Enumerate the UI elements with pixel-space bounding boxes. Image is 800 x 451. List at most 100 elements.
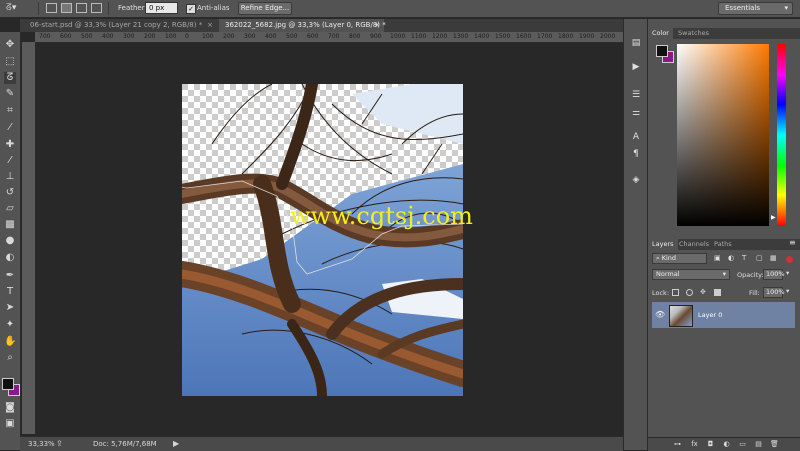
brush-icon[interactable]: ⁄ <box>4 155 16 167</box>
antialias-checkbox[interactable]: ✓ <box>186 4 196 14</box>
properties-icon[interactable]: ☰ <box>630 89 642 101</box>
blur-icon[interactable]: ● <box>4 235 16 247</box>
lasso-tool-preset-icon[interactable]: ᘔ▾ <box>6 3 20 14</box>
fill-label: Fill: <box>749 289 760 297</box>
mask-icon[interactable]: ◘ <box>706 440 715 449</box>
screen-mode-icon[interactable]: ▣ <box>4 418 16 430</box>
close-icon[interactable]: × <box>207 19 213 32</box>
vertical-ruler <box>22 42 36 434</box>
zoom-icon[interactable]: ⌕ <box>4 352 16 364</box>
ruler-label: 700 <box>328 33 340 40</box>
tab-color[interactable]: Color <box>648 28 673 39</box>
trash-icon[interactable]: 🗑 <box>770 440 779 449</box>
filter-kind-value: Kind <box>661 254 677 262</box>
fill-input[interactable]: 100% <box>763 287 785 298</box>
healing-brush-icon[interactable]: ✚ <box>4 139 16 151</box>
document-image[interactable] <box>182 84 463 396</box>
filter-type-icon[interactable]: T <box>742 254 746 262</box>
ruler-label: 2000 <box>600 33 616 40</box>
group-icon[interactable]: ▭ <box>738 440 747 449</box>
link-icon[interactable]: ⊶ <box>673 440 682 449</box>
foreground-color[interactable] <box>656 45 668 57</box>
layer-thumbnail[interactable] <box>669 305 693 327</box>
eye-icon[interactable]: 👁 <box>655 310 665 319</box>
quick-select-icon[interactable]: ✎ <box>4 88 16 100</box>
filter-adjustment-icon[interactable]: ◐ <box>728 254 734 262</box>
lasso-icon[interactable]: ᘔ <box>4 72 16 84</box>
intersect-selection-icon[interactable] <box>91 3 102 13</box>
lock-position-icon[interactable]: ✥ <box>700 289 707 296</box>
clone-stamp-icon[interactable]: ⊥ <box>4 171 16 183</box>
lock-all-icon[interactable] <box>714 289 721 296</box>
tab-362022[interactable]: 362022_5682.jpg @ 33,3% (Layer 0, RGB/8)… <box>219 19 386 32</box>
ruler-label: 0 <box>185 33 189 40</box>
opacity-label: Opacity: <box>737 271 764 279</box>
gradient-icon[interactable]: ▩ <box>4 219 16 231</box>
tab-paths[interactable]: Paths <box>710 239 736 250</box>
dodge-icon[interactable]: ◐ <box>4 252 16 264</box>
opacity-input[interactable]: 100% <box>763 269 785 280</box>
doc-size: Doc: 5,76M/7,68M <box>93 440 157 448</box>
ruler-label: 1300 <box>453 33 469 40</box>
shape-icon[interactable]: ✦ <box>4 319 16 331</box>
type-icon[interactable]: T <box>4 286 16 298</box>
status-menu-arrow-icon[interactable]: ▶ <box>173 439 179 448</box>
foreground-color-swatch[interactable] <box>2 378 14 390</box>
eyedropper-icon[interactable]: ⁄ <box>4 122 16 134</box>
eraser-icon[interactable]: ▱ <box>4 203 16 215</box>
layer-name[interactable]: Layer 0 <box>698 311 722 319</box>
chevron-down-icon[interactable]: ▾ <box>786 287 789 295</box>
tab-layers[interactable]: Layers <box>648 239 678 250</box>
filter-smart-icon[interactable]: ▦ <box>770 254 777 262</box>
fx-icon[interactable]: fx <box>690 440 699 449</box>
actions-icon[interactable]: ▶ <box>630 61 642 73</box>
layers-panel-footer: ⊶ fx ◘ ◐ ▭ ▤ 🗑 <box>648 437 800 451</box>
tab-06-start[interactable]: 06-start.psd @ 33,3% (Layer 21 copy 2, R… <box>24 19 217 32</box>
crop-icon[interactable]: ⌗ <box>4 105 16 117</box>
hand-icon[interactable]: ✋ <box>4 336 16 348</box>
3d-icon[interactable]: ◈ <box>630 174 642 186</box>
marquee-icon[interactable]: ⬚ <box>4 56 16 68</box>
chevron-down-icon[interactable]: ▾ <box>786 269 789 277</box>
filter-shape-icon[interactable]: ▢ <box>756 254 763 262</box>
hue-slider[interactable] <box>777 44 786 226</box>
filter-pixel-icon[interactable]: ▣ <box>714 254 721 262</box>
tab-channels[interactable]: Channels <box>675 239 713 250</box>
add-selection-icon[interactable] <box>61 3 72 13</box>
tab-swatches[interactable]: Swatches <box>674 28 713 39</box>
pen-icon[interactable]: ✒ <box>4 270 16 282</box>
close-icon[interactable]: × <box>374 19 380 32</box>
panel-menu-icon[interactable]: ≡ <box>789 238 796 247</box>
adjustments-icon[interactable]: ⚌ <box>630 107 642 119</box>
ruler-label: 800 <box>349 33 361 40</box>
layer-row[interactable]: 👁 Layer 0 <box>652 302 795 328</box>
ruler-label: 200 <box>223 33 235 40</box>
adjustment-layer-icon[interactable]: ◐ <box>722 440 731 449</box>
ruler-label: 300 <box>123 33 135 40</box>
blend-mode-dropdown[interactable]: Normal ▾ <box>652 269 730 280</box>
lock-image-icon[interactable] <box>686 289 693 296</box>
character-icon[interactable]: A <box>630 131 642 143</box>
paragraph-icon[interactable]: ¶ <box>630 148 642 160</box>
quick-mask-icon[interactable]: ◙ <box>4 402 16 414</box>
history-icon[interactable]: ▤ <box>630 37 642 49</box>
lock-transparent-icon[interactable] <box>672 289 679 296</box>
new-layer-icon[interactable]: ▤ <box>754 440 763 449</box>
ruler-label: 1000 <box>390 33 406 40</box>
hue-slider-marker[interactable]: ▶ <box>771 214 776 221</box>
path-select-icon[interactable]: ➤ <box>4 302 16 314</box>
share-icon[interactable]: ⇪ <box>56 439 63 448</box>
color-picker-field[interactable] <box>677 44 769 226</box>
feather-input[interactable]: 0 px <box>145 2 178 14</box>
ruler-label: 100 <box>202 33 214 40</box>
move-icon[interactable]: ✥ <box>4 39 16 51</box>
blend-mode-value: Normal <box>656 270 680 278</box>
layer-filter-dropdown[interactable]: ⌕ Kind <box>652 253 707 264</box>
filter-toggle[interactable] <box>786 256 793 263</box>
new-selection-icon[interactable] <box>46 3 57 13</box>
zoom-level[interactable]: 33,33% <box>28 440 55 448</box>
history-brush-icon[interactable]: ↺ <box>4 187 16 199</box>
subtract-selection-icon[interactable] <box>76 3 87 13</box>
workspace-dropdown[interactable]: Essentials ▾ <box>718 2 793 15</box>
refine-edge-button[interactable]: Refine Edge... <box>238 2 292 15</box>
